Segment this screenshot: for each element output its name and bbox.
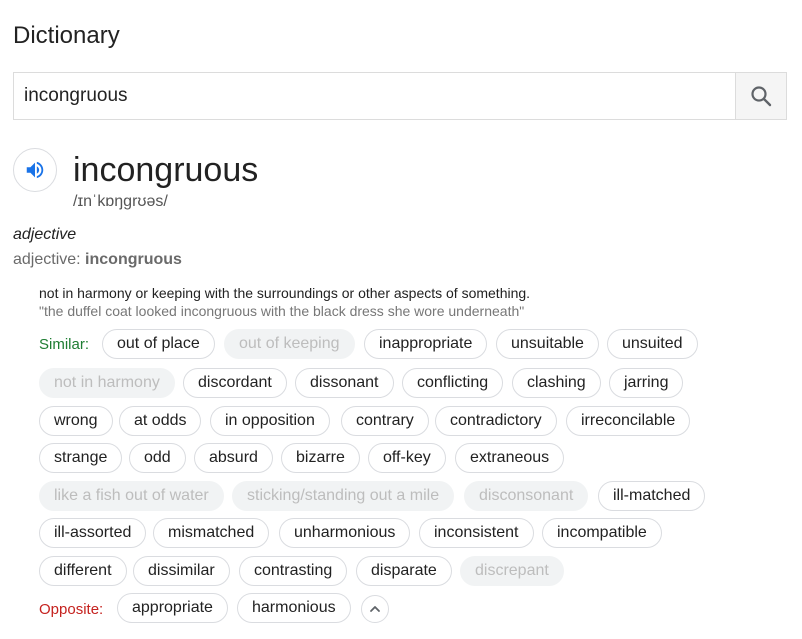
collapse-button[interactable] (361, 595, 389, 623)
search-input[interactable] (14, 73, 735, 119)
similar-chip[interactable]: different (39, 556, 127, 586)
opposite-chip[interactable]: appropriate (117, 593, 228, 623)
similar-chip[interactable]: odd (129, 443, 186, 473)
similar-chip[interactable]: unharmonious (279, 518, 411, 548)
similar-chip[interactable]: inconsistent (419, 518, 534, 548)
similar-chip[interactable]: strange (39, 443, 123, 473)
similar-chip[interactable]: disparate (356, 556, 452, 586)
opposite-label: Opposite: (39, 601, 104, 618)
similar-chip[interactable]: off-key (368, 443, 446, 473)
chevron-up-icon (370, 606, 380, 612)
similar-chip[interactable]: at odds (119, 406, 202, 436)
similar-chip[interactable]: unsuited (607, 329, 698, 359)
pos-word: incongruous (85, 251, 182, 268)
example-sentence: "the duffel coat looked incongruous with… (39, 303, 525, 319)
page-title: Dictionary (13, 22, 120, 49)
similar-chip[interactable]: irreconcilable (566, 406, 691, 436)
similar-chip[interactable]: contrary (341, 406, 429, 436)
similar-chip[interactable]: extraneous (455, 443, 565, 473)
similar-chip[interactable]: bizarre (281, 443, 360, 473)
similar-chip[interactable]: discordant (183, 368, 287, 398)
similar-chip[interactable]: dissonant (295, 368, 394, 398)
similar-chip[interactable]: mismatched (153, 518, 270, 548)
similar-chip[interactable]: ill-matched (598, 481, 706, 511)
similar-chip[interactable]: incompatible (542, 518, 662, 548)
phonetic: /ɪnˈkɒŋɡrʊəs/ (73, 193, 168, 210)
similar-chip[interactable]: not in harmony (39, 368, 175, 398)
similar-chip[interactable]: conflicting (402, 368, 504, 398)
similar-chip[interactable]: contradictory (435, 406, 557, 436)
similar-chip[interactable]: dissimilar (133, 556, 230, 586)
similar-chip[interactable]: out of place (102, 329, 215, 359)
similar-chip[interactable]: inappropriate (364, 329, 488, 359)
definition: not in harmony or keeping with the surro… (39, 285, 531, 301)
similar-chip[interactable]: sticking/standing out a mile (232, 481, 455, 511)
pronunciation-button[interactable] (13, 148, 57, 192)
part-of-speech-line: adjective: incongruous (13, 251, 182, 269)
similar-chip[interactable]: contrasting (239, 556, 348, 586)
similar-chip[interactable]: ill-assorted (39, 518, 147, 548)
similar-chip[interactable]: disconsonant (464, 481, 589, 511)
headword: incongruous (73, 151, 259, 189)
similar-chip[interactable]: like a fish out of water (39, 481, 224, 511)
similar-label: Similar: (39, 336, 90, 353)
similar-chip[interactable]: clashing (512, 368, 601, 398)
similar-chip[interactable]: discrepant (460, 556, 564, 586)
similar-chip[interactable]: jarring (609, 368, 684, 398)
similar-chip[interactable]: absurd (194, 443, 273, 473)
similar-chip[interactable]: out of keeping (224, 329, 355, 359)
opposite-chip[interactable]: harmonious (237, 593, 351, 623)
similar-chip[interactable]: in opposition (210, 406, 330, 436)
pos-prefix: adjective: (13, 251, 86, 268)
search-icon (751, 86, 772, 107)
search-bar (13, 72, 787, 120)
similar-chip[interactable]: unsuitable (496, 329, 599, 359)
part-of-speech: adjective (13, 226, 77, 243)
search-button[interactable] (735, 73, 786, 119)
similar-chip[interactable]: wrong (39, 406, 113, 436)
speaker-icon (26, 161, 44, 179)
